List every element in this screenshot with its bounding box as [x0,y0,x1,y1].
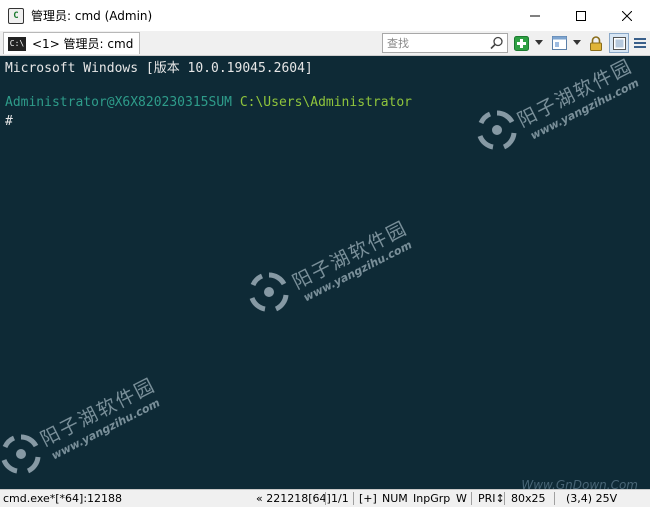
status-inpgrp[interactable]: InpGrp [413,491,450,506]
watermark-logo-icon [249,272,289,312]
console-prompt-line: Administrator@X6X820230315SUM C:\Users\A… [5,93,412,112]
panes-icon [551,36,567,50]
search-input[interactable] [387,35,491,51]
status-plus[interactable]: [+] [359,491,377,506]
search-box [382,33,508,53]
maximize-icon [576,10,586,21]
title-bar: C 管理员: cmd (Admin) [0,0,650,31]
status-console-index[interactable]: 1/1 [331,491,349,506]
tab-label: <1> 管理员: cmd [32,37,134,51]
prompt-user-host: Administrator@X6X820230315SUM [5,95,232,110]
console-line: Microsoft Windows [版本 10.0.19045.2604] [5,61,313,76]
status-divider [471,492,472,505]
status-divider [504,492,505,505]
app-icon-glyph: C [13,10,19,21]
status-w[interactable]: W [456,491,467,506]
status-divider [353,492,354,505]
menu-button[interactable] [632,35,648,51]
prompt-path: C:\Users\Administrator [239,95,412,110]
status-priority[interactable]: PRI↕ [478,491,505,506]
window-icon [612,36,626,50]
status-num[interactable]: NUM [382,491,408,506]
lock-icon [590,35,602,51]
tab-console-1[interactable]: C:\ <1> 管理员: cmd [3,32,141,54]
status-divider [325,492,326,505]
plus-icon [513,35,529,51]
status-pid[interactable]: « 221218[64] [256,491,331,506]
maximize-button[interactable] [558,0,604,31]
buffer-mode-button[interactable] [609,33,629,53]
minimize-button[interactable] [512,0,558,31]
status-cursor[interactable]: (3,4) 25V [566,491,617,506]
close-button[interactable] [604,0,650,31]
panes-button[interactable] [551,35,567,51]
window-title: 管理员: cmd (Admin) [31,9,153,23]
new-console-button[interactable] [513,35,529,51]
chevron-down-icon[interactable] [535,40,543,46]
console-icon: C:\ [8,36,26,51]
status-divider [554,492,555,505]
status-process[interactable]: cmd.exe*[*64]:12188 [3,491,122,506]
console-cursor-line: # [5,114,13,129]
search-icon[interactable] [489,36,505,50]
watermark-logo-icon [477,110,517,150]
lock-button[interactable] [588,35,604,51]
app-icon[interactable]: C [8,7,24,24]
window-controls [512,0,650,31]
minimize-icon [530,15,540,16]
status-size[interactable]: 80x25 [511,491,546,506]
watermark-logo-icon [1,434,41,474]
hamburger-icon [634,38,646,48]
console-area[interactable]: Microsoft Windows [版本 10.0.19045.2604] A… [0,56,650,489]
status-bar: cmd.exe*[*64]:12188 « 221218[64] 1/1 [+]… [0,489,650,507]
tab-bar: C:\ <1> 管理员: cmd [0,31,650,56]
close-icon [622,10,632,21]
chevron-down-icon[interactable] [573,40,581,46]
